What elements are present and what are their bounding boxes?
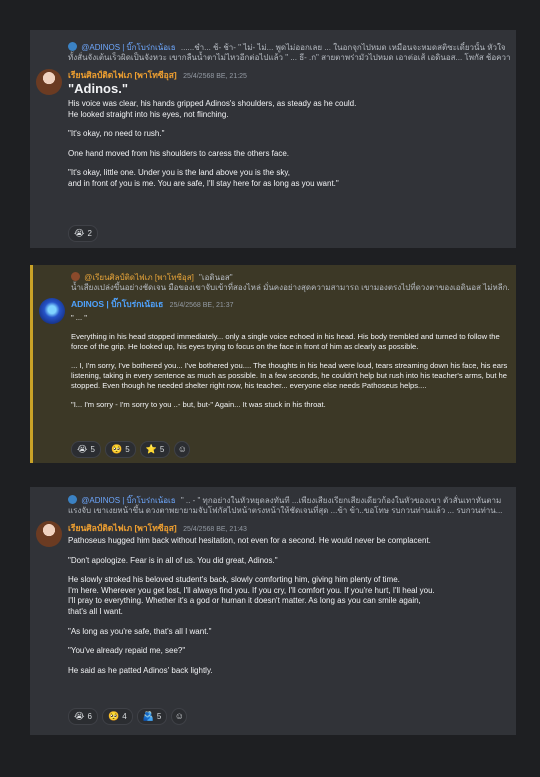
author-avatar[interactable] — [36, 69, 62, 95]
reply-preview[interactable]: @ADINOS | บิ๊กโบร่กเน้อเธ ......ชำ... ช้… — [68, 42, 510, 63]
pleading-emoji-icon: 🥺 — [107, 711, 120, 721]
reply-text: " .. - " ทุกอย่างในหัวหยุดลงทันที ...เพี… — [180, 496, 502, 505]
hug-emoji-icon: 🫂 — [142, 711, 154, 721]
reply-avatar — [68, 495, 77, 504]
message-line: and in front of you is me. You are safe,… — [68, 178, 339, 188]
reply-author[interactable]: @เรียนศิลป์ติดไฟเภ [พาโทซีอุส] — [84, 273, 194, 282]
reply-text: ......ชำ... ช้- ช้า- " ไม่- ไม่... พูดไม… — [180, 43, 506, 52]
message-line: He said as he patted Adinos' back lightl… — [68, 665, 213, 675]
reply-text-2: น้ำเสียงเปล่งขึ้นอย่างชัดเจน มือของเขาจั… — [71, 283, 510, 292]
reaction-bar: 😭 5 🥺 5 ⭐ 5 ☺ — [71, 441, 191, 458]
timestamp: 25/4/2568 BE, 21:37 — [169, 302, 234, 309]
author-avatar[interactable] — [36, 521, 62, 547]
message-line: ... I, I'm sorry, I've bothered you... I… — [71, 361, 508, 390]
reaction-button[interactable]: 🫂 5 — [136, 708, 168, 725]
author-line: ADINOS | บิ๊กโบร่กเน้อเธ 25/4/2568 BE, 2… — [71, 297, 234, 311]
message-line: His voice was clear, his hands gripped A… — [68, 99, 357, 108]
message-line: "Adinos." — [68, 81, 128, 96]
author-name[interactable]: เรียนศิลป์ติดไฟเภ [พาโทซีอุส] — [68, 70, 177, 80]
sob-emoji-icon: 😭 — [74, 711, 85, 721]
message-line: Everything in his head stopped immediate… — [71, 332, 500, 351]
message-content: Pathoseus hugged him back without hesita… — [68, 536, 508, 685]
add-reaction-icon: ☺ — [174, 711, 184, 721]
reaction-count: 4 — [122, 712, 127, 721]
add-reaction-button[interactable]: ☺ — [171, 708, 188, 725]
message-line: "I... I'm sorry - I'm sorry to you ..- b… — [71, 400, 326, 409]
reaction-count: 5 — [90, 445, 95, 454]
reply-avatar — [71, 272, 80, 281]
reply-avatar — [68, 42, 77, 51]
author-name[interactable]: ADINOS | บิ๊กโบร่กเน้อเธ — [71, 299, 163, 309]
reaction-count: 5 — [125, 445, 130, 454]
author-line: เรียนศิลป์ติดไฟเภ [พาโทซีอุส] 25/4/2568 … — [68, 68, 247, 82]
reaction-count: 5 — [156, 712, 162, 721]
message-block-2: @เรียนศิลป์ติดไฟเภ [พาโทซีอุส] "เอดินอส"… — [30, 265, 516, 463]
author-line: เรียนศิลป์ติดไฟเภ [พาโทซีอุส] 25/4/2568 … — [68, 521, 247, 535]
reaction-button[interactable]: 😭 2 — [68, 225, 98, 242]
add-reaction-icon: ☺ — [177, 444, 187, 454]
reaction-bar: 😭 2 — [68, 225, 98, 242]
sob-emoji-icon: 😭 — [74, 228, 85, 238]
message-line: "It's okay, little one. Under you is the… — [68, 168, 290, 178]
reply-text-2: แรงจับ เขาเงยหน้าขึ้น ดวงตาพยายามจับโฟกั… — [68, 506, 503, 515]
message-block-1: @ADINOS | บิ๊กโบร่กเน้อเธ ......ชำ... ช้… — [30, 30, 516, 248]
message-line: "It's okay, no need to rush." — [68, 129, 165, 139]
message-content: " ... " Everything in his head stopped i… — [71, 313, 508, 419]
reaction-button[interactable]: ⭐ 5 — [139, 441, 171, 458]
message-line: I'll pray to everything. Whether it's a … — [68, 596, 421, 606]
reaction-count: 5 — [159, 445, 165, 454]
reaction-button[interactable]: 😭 5 — [71, 441, 101, 458]
message-line: "As long as you're safe, that's all I wa… — [68, 626, 212, 636]
sob-emoji-icon: 😭 — [77, 444, 88, 454]
reply-preview[interactable]: @ADINOS | บิ๊กโบร่กเน้อเธ " .. - " ทุกอย… — [68, 495, 510, 516]
message-line: " ... " — [71, 313, 87, 322]
message-line: "You've already repaid me, see?" — [68, 646, 186, 656]
reply-text: "เอดินอส" — [199, 273, 233, 282]
reaction-bar: 😭 6 🥺 4 🫂 5 ☺ — [68, 708, 188, 725]
timestamp: 25/4/2568 BE, 21:43 — [183, 526, 247, 533]
reply-author[interactable]: @ADINOS | บิ๊กโบร่กเน้อเธ — [81, 43, 175, 52]
timestamp: 25/4/2568 BE, 21:25 — [183, 73, 247, 80]
pleading-emoji-icon: 🥺 — [110, 444, 123, 454]
reaction-button[interactable]: 😭 6 — [68, 708, 98, 725]
reply-text-2: ทั้งสั่นจังเต้นเร็วผิดเป็นจังหวะ เขากลืน… — [68, 53, 510, 62]
message-content: "Adinos." His voice was clear, his hands… — [68, 81, 508, 199]
reaction-count: 6 — [87, 712, 92, 721]
message-line: I'm here. Wherever you get lost, I'll al… — [68, 585, 435, 595]
reply-preview[interactable]: @เรียนศิลป์ติดไฟเภ [พาโทซีอุส] "เอดินอส"… — [71, 272, 510, 293]
message-line: Pathoseus hugged him back without hesita… — [68, 536, 431, 545]
reaction-button[interactable]: 🥺 4 — [101, 708, 133, 725]
reaction-count: 2 — [87, 229, 92, 238]
add-reaction-button[interactable]: ☺ — [174, 441, 191, 458]
author-name[interactable]: เรียนศิลป์ติดไฟเภ [พาโทซีอุส] — [68, 523, 177, 533]
message-line: that's all I want. — [68, 606, 123, 616]
star-emoji-icon: ⭐ — [145, 444, 157, 454]
message-line: "Don't apologize. Fear is in all of us. … — [68, 555, 278, 565]
author-avatar[interactable] — [39, 298, 65, 324]
message-block-3: @ADINOS | บิ๊กโบร่กเน้อเธ " .. - " ทุกอย… — [30, 487, 516, 735]
message-line: He looked straight into his eyes, not fl… — [68, 109, 229, 119]
reaction-button[interactable]: 🥺 5 — [104, 441, 136, 458]
message-line: He slowly stroked his beloved student's … — [68, 575, 400, 585]
reply-author[interactable]: @ADINOS | บิ๊กโบร่กเน้อเธ — [81, 496, 175, 505]
message-line: One hand moved from his shoulders to car… — [68, 148, 290, 158]
